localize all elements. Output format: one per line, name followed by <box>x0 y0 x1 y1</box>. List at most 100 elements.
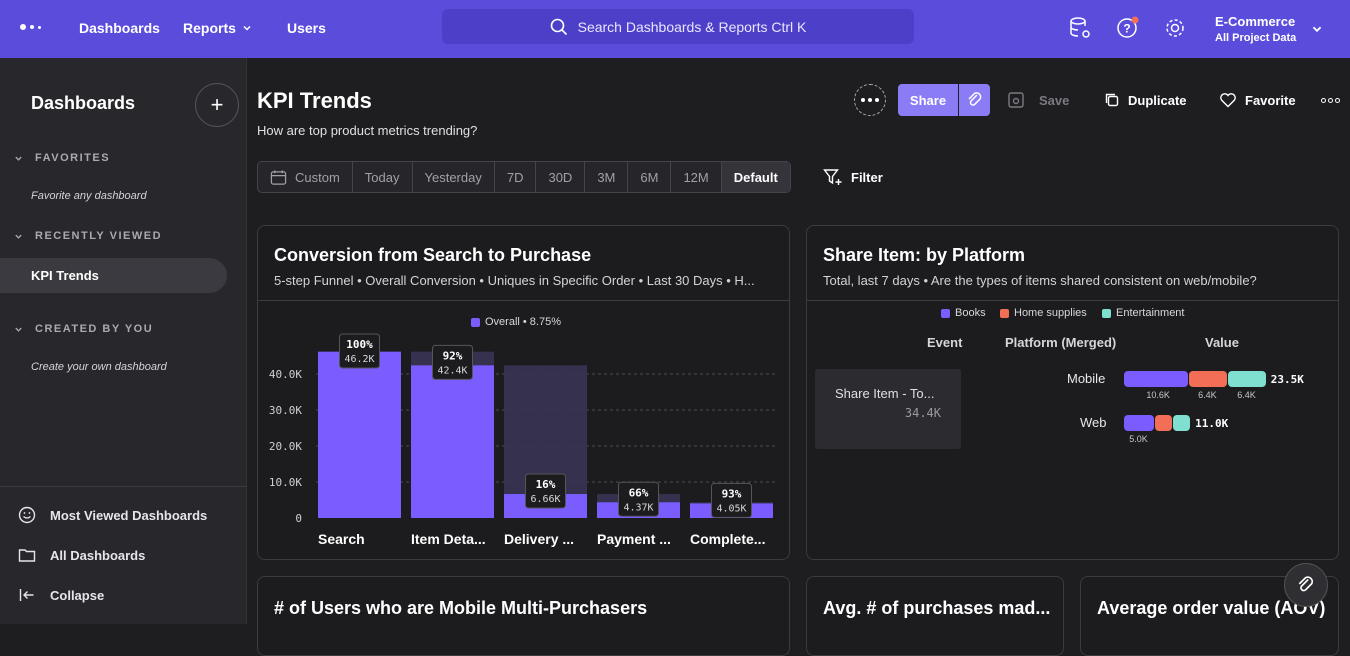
date-range-custom[interactable]: Custom <box>258 162 353 192</box>
legend-entertainment: Entertainment <box>1102 307 1184 319</box>
app-logo[interactable] <box>20 24 41 30</box>
sidebar-item-label: KPI Trends <box>31 268 99 283</box>
row-total-label: 23.5K <box>1270 373 1304 386</box>
favorite-button[interactable]: Favorite <box>1219 84 1296 116</box>
stack-segment[interactable] <box>1124 415 1154 431</box>
date-range-12m[interactable]: 12M <box>671 162 722 192</box>
section-recent-label: RECENTLY VIEWED <box>35 230 163 242</box>
date-range-yesterday[interactable]: Yesterday <box>413 162 495 192</box>
date-range-label: Custom <box>295 169 340 185</box>
date-range-today[interactable]: Today <box>353 162 413 192</box>
mobile-multi-purchasers-card[interactable]: # of Users who are Mobile Multi-Purchase… <box>257 576 790 656</box>
card-title: # of Users who are Mobile Multi-Purchase… <box>274 598 648 618</box>
filter-label: Filter <box>851 169 883 185</box>
funnel-report-card[interactable]: Conversion from Search to Purchase 5-ste… <box>257 225 790 560</box>
smile-icon <box>18 506 36 524</box>
nav-reports[interactable]: Reports <box>183 20 252 36</box>
add-dashboard-button[interactable]: + <box>195 83 239 127</box>
x-category-label: Item Deta... <box>411 531 486 547</box>
nav-reports-label: Reports <box>183 20 236 36</box>
project-scope: All Project Data <box>1215 32 1297 44</box>
date-range-label: 3M <box>597 169 616 185</box>
section-recently-viewed[interactable]: RECENTLY VIEWED <box>14 230 162 242</box>
date-range-label: Today <box>364 169 400 185</box>
copy-link-button[interactable] <box>959 84 990 116</box>
date-range-default[interactable]: Default <box>721 162 790 192</box>
section-created-label: CREATED BY YOU <box>35 323 154 335</box>
collapse-sidebar-button[interactable]: Collapse <box>18 586 104 604</box>
date-range-6m[interactable]: 6M <box>628 162 672 192</box>
search-input[interactable]: Search Dashboards & Reports Ctrl K <box>442 9 914 44</box>
avg-purchases-card[interactable]: Avg. # of purchases mad... <box>806 576 1064 656</box>
ellipsis-icon <box>1321 97 1340 103</box>
segment-value-label: 6.4K <box>1237 390 1256 400</box>
nav-users[interactable]: Users <box>287 20 326 36</box>
help-icon[interactable]: ? <box>1115 16 1139 40</box>
legend-label: Home supplies <box>1014 307 1087 319</box>
chevron-down-icon[interactable] <box>1311 23 1323 35</box>
segment-value-label: 6.4K <box>1198 390 1217 400</box>
filter-icon <box>823 169 842 185</box>
date-range-selector: Custom Today Yesterday 7D 30D 3M 6M 12M … <box>257 161 791 193</box>
stack-segment[interactable] <box>1124 371 1188 387</box>
chevron-down-icon <box>15 156 22 161</box>
save-icon <box>1008 92 1024 108</box>
card-divider <box>807 300 1338 301</box>
step-count-label: 6.66K <box>530 494 560 505</box>
stack-segment[interactable] <box>1172 415 1191 431</box>
date-range-7d[interactable]: 7D <box>495 162 537 192</box>
legend-books: Books <box>941 307 986 319</box>
all-dashboards-link[interactable]: All Dashboards <box>18 546 145 564</box>
top-navigation-bar: Dashboards Reports Users Search Dashboar… <box>0 0 1350 58</box>
dashboard-options-button[interactable] <box>854 84 886 116</box>
conversion-pct-label: 93% <box>722 487 742 500</box>
platform-report-card[interactable]: Share Item: by Platform Total, last 7 da… <box>806 225 1339 560</box>
most-viewed-dashboards-link[interactable]: Most Viewed Dashboards <box>18 506 207 524</box>
step-count-label: 4.37K <box>623 502 653 513</box>
nav-dashboards[interactable]: Dashboards <box>79 20 160 36</box>
legend-swatch <box>1102 308 1111 318</box>
page-title: KPI Trends <box>257 88 372 113</box>
x-category-label: Payment ... <box>597 531 671 547</box>
stack-segment[interactable] <box>1227 371 1266 387</box>
duplicate-button[interactable]: Duplicate <box>1104 84 1187 116</box>
more-options-button[interactable] <box>1321 84 1340 116</box>
date-range-30d[interactable]: 30D <box>536 162 586 192</box>
section-created-by-you[interactable]: CREATED BY YOU <box>14 323 153 335</box>
sidebar-title: Dashboards <box>31 93 136 113</box>
filter-button[interactable]: Filter <box>823 168 883 186</box>
nav-users-label: Users <box>287 20 326 36</box>
main-content: KPI Trends How are top product metrics t… <box>247 58 1350 656</box>
duplicate-icon <box>1105 93 1119 107</box>
chevron-down-icon <box>15 234 22 239</box>
database-settings-icon[interactable] <box>1068 16 1092 40</box>
conversion-pct-label: 66% <box>629 486 649 499</box>
event-cell[interactable]: Share Item - To... 34.4K <box>815 369 961 449</box>
card-divider <box>258 300 789 301</box>
gear-icon[interactable] <box>1163 16 1187 40</box>
section-favorites[interactable]: FAVORITES <box>14 152 110 164</box>
project-selector[interactable]: E-Commerce All Project Data <box>1215 13 1296 47</box>
stack-segment[interactable] <box>1188 371 1227 387</box>
share-button[interactable]: Share <box>898 84 958 116</box>
stack-segment[interactable] <box>1154 415 1172 431</box>
chevron-down-icon <box>243 25 251 31</box>
y-tick-label: 10.0K <box>269 476 302 489</box>
project-name: E-Commerce <box>1215 14 1296 29</box>
date-range-3m[interactable]: 3M <box>585 162 629 192</box>
save-button[interactable]: Save <box>1007 84 1069 116</box>
legend-home-supplies: Home supplies <box>1000 307 1087 319</box>
sidebar-item-kpi-trends[interactable]: KPI Trends <box>0 258 227 293</box>
funnel-chart: 0 10.0K 20.0K 30.0K 40.0K 100% 46.2K Search 92% 4… <box>269 333 775 547</box>
date-range-label: 30D <box>548 169 573 185</box>
floating-link-button[interactable] <box>1284 563 1328 607</box>
duplicate-label: Duplicate <box>1128 92 1187 108</box>
step-count-label: 4.05K <box>716 503 746 514</box>
most-viewed-label: Most Viewed Dashboards <box>50 507 208 523</box>
conversion-pct-label: 100% <box>346 338 373 351</box>
card-subtitle: 5-step Funnel • Overall Conversion • Uni… <box>274 273 755 288</box>
step-count-label: 42.4K <box>437 365 467 376</box>
y-tick-label: 30.0K <box>269 404 302 417</box>
conversion-pct-label: 92% <box>443 349 463 362</box>
segment-value-label: 5.0K <box>1129 434 1148 444</box>
